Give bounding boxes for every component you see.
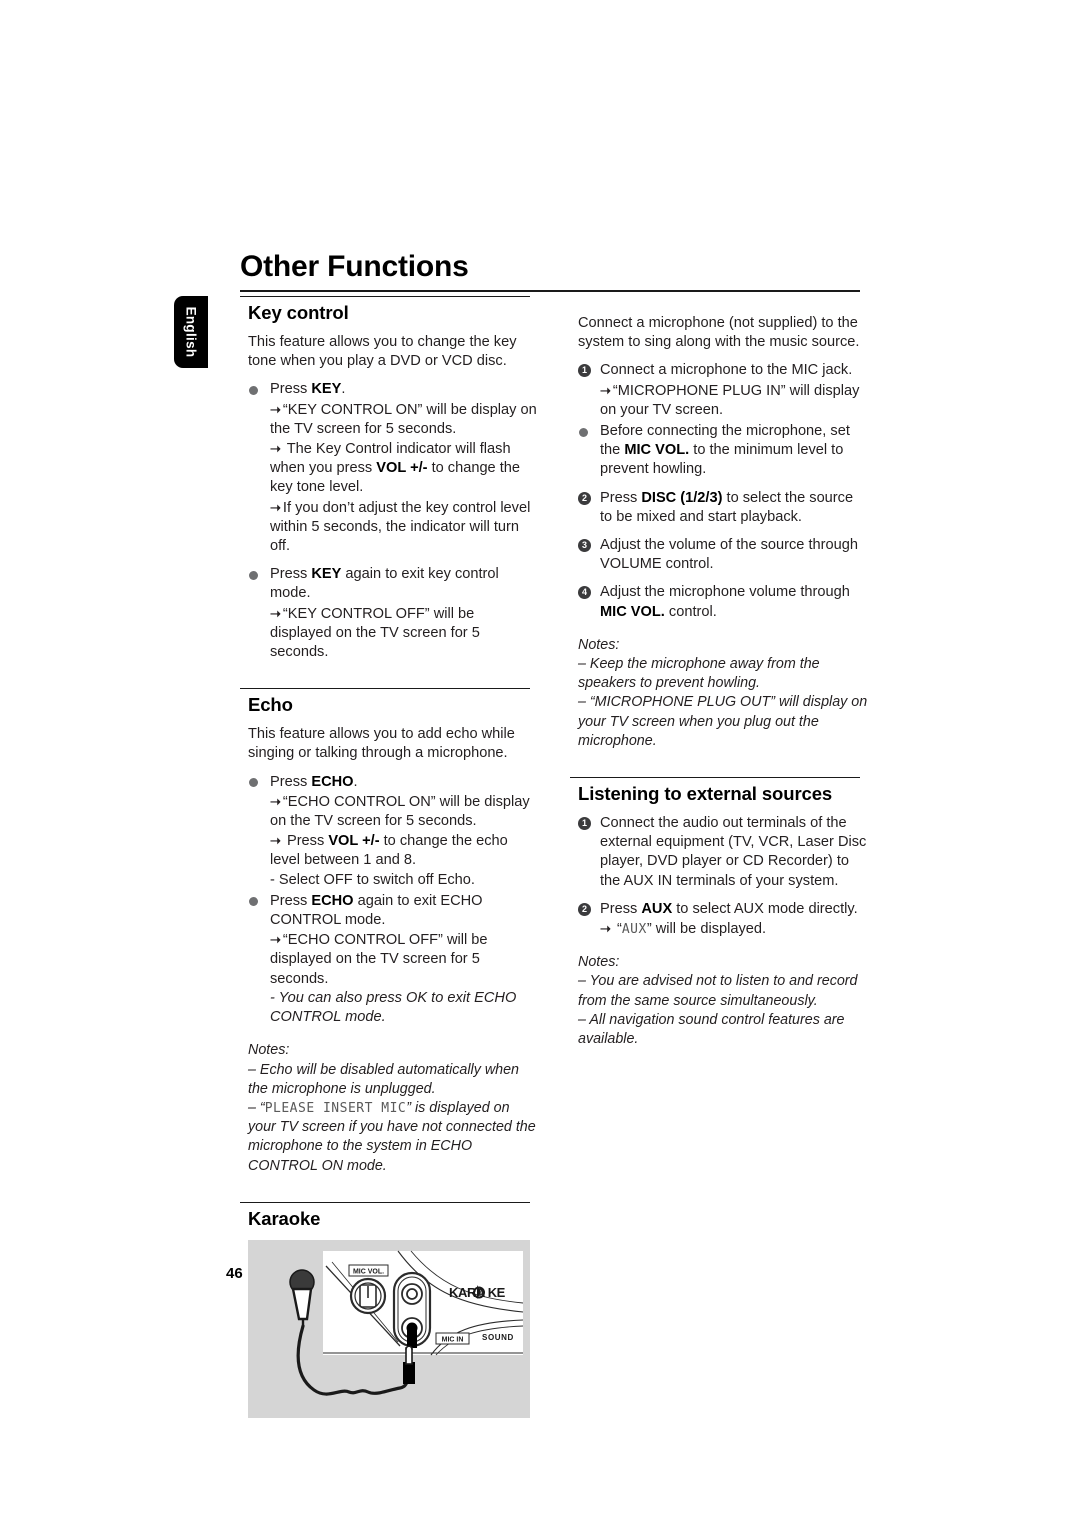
section-divider: [240, 688, 530, 690]
arrow-icon: ➝: [600, 382, 611, 398]
list-item: 2 Press DISC (1/2/3) to select the sourc…: [578, 489, 868, 527]
sub-line: ➝ The Key Control indicator will flash w…: [270, 441, 521, 496]
step-number: 1: [578, 364, 591, 378]
heading-external-sources: Listening to external sources: [578, 783, 833, 805]
karaoke-diagram-svg: MIC VOL. MIC IN KARA KE SOUND: [289, 1250, 524, 1396]
arrow-icon: ➝: [270, 499, 281, 515]
bullet-icon: [249, 778, 258, 788]
left-column: Key control This feature allows you to c…: [240, 296, 538, 1422]
sub-line: ➝ Press VOL +/- to change the echo level…: [270, 833, 508, 869]
section-echo: Echo This feature allows you to add echo…: [240, 688, 538, 1175]
notes-external-sources: Notes: – You are advised not to listen t…: [578, 953, 868, 1049]
section-external-sources: Listening to external sources 1 Connect …: [570, 777, 868, 1049]
section-divider: [240, 1201, 530, 1203]
arrow-icon: ➝: [270, 605, 281, 621]
arrow-icon: ➝: [600, 921, 611, 937]
heading-echo: Echo: [248, 694, 293, 716]
sub-line-italic: - You can also press OK to exit ECHO CON…: [270, 989, 517, 1026]
note-line: – “PLEASE INSERT MIC” is displayed on yo…: [248, 1099, 536, 1174]
karaoke-logo: KARA KE: [449, 1284, 506, 1300]
note-line: – You are advised not to listen to and r…: [578, 973, 858, 1009]
page-number: 46: [226, 1265, 243, 1282]
bullet-icon: [249, 897, 258, 907]
bullet-icon: [249, 570, 258, 580]
item-text: Press KEY.: [270, 381, 346, 398]
step-number: 2: [578, 902, 591, 916]
step-number: 1: [578, 817, 591, 831]
language-tab-label: English: [183, 306, 199, 358]
item-text: Adjust the volume of the source through …: [600, 537, 858, 573]
arrow-icon: ➝: [270, 441, 281, 457]
label-mic-in: MIC IN: [442, 1336, 464, 1343]
section-microphone: Connect a microphone (not supplied) to t…: [570, 314, 868, 751]
notes-echo: Notes: – Echo will be disabled automatic…: [248, 1041, 538, 1175]
note-line: – All navigation sound control features …: [578, 1011, 845, 1048]
item-text: Press DISC (1/2/3) to select the source …: [600, 489, 854, 525]
section-divider: [240, 296, 530, 297]
list-item: Press ECHO again to exit ECHO CONTROL mo…: [248, 892, 538, 1027]
sub-line: ➝ “AUX” will be displayed.: [600, 921, 767, 938]
list-item: 4 Adjust the microphone volume through M…: [578, 583, 868, 621]
karaoke-illustration: MIC VOL. MIC IN KARA KE SOUND: [248, 1239, 530, 1418]
item-text: Press AUX to select AUX mode directly.: [600, 900, 858, 917]
item-text: Connect the audio out terminals of the e…: [600, 815, 867, 889]
right-column: Connect a microphone (not supplied) to t…: [570, 296, 868, 1053]
note-line: – “MICROPHONE PLUG OUT” will display on …: [578, 694, 868, 749]
manual-page: English Other Functions Key control This…: [0, 0, 1080, 1528]
section-karaoke: Karaoke MIC VOL. MIC IN KARA KE SOUND: [240, 1201, 538, 1418]
list-item: Press ECHO. ➝ “ECHO CONTROL ON” will be d…: [248, 773, 538, 890]
list-item: 1 Connect the audio out terminals of the…: [578, 814, 868, 891]
notes-label: Notes:: [578, 954, 620, 971]
echo-intro: This feature allows you to add echo whil…: [248, 726, 515, 762]
item-text: Adjust the microphone volume through MIC…: [600, 584, 850, 620]
list-item: 2 Press AUX to select AUX mode directly.…: [578, 900, 868, 939]
sub-line: ➝ “KEY CONTROL ON” will be display on the…: [270, 401, 537, 437]
item-text: Press ECHO.: [270, 773, 358, 790]
item-text: Press ECHO again to exit ECHO CONTROL mo…: [270, 892, 483, 929]
sub-line: ➝ “ECHO CONTROL OFF” will be displayed on…: [270, 932, 488, 987]
step-number: 4: [578, 586, 591, 600]
lcd-text: AUX: [621, 922, 647, 938]
list-item: Press KEY. ➝ “KEY CONTROL ON” will be dis…: [248, 380, 538, 556]
page-title: Other Functions: [240, 250, 469, 283]
microphone-intro: Connect a microphone (not supplied) to t…: [578, 315, 860, 351]
arrow-icon: ➝: [270, 401, 281, 417]
bullet-icon: [579, 427, 588, 437]
arrow-icon: ➝: [270, 793, 281, 809]
arrow-icon: ➝: [270, 833, 281, 849]
heading-karaoke: Karaoke: [248, 1207, 321, 1229]
item-text: Connect a microphone to the MIC jack.: [600, 362, 853, 379]
section-key-control: Key control This feature allows you to c…: [240, 296, 538, 662]
list-item: 3 Adjust the volume of the source throug…: [578, 536, 868, 574]
key-control-intro: This feature allows you to change the ke…: [248, 334, 517, 370]
step-number: 3: [578, 539, 591, 553]
notes-label: Notes:: [248, 1042, 290, 1059]
list-item: Press KEY again to exit key control mode…: [248, 565, 538, 662]
sub-line: ➝ “KEY CONTROL OFF” will be displayed on …: [270, 605, 480, 661]
notes-label: Notes:: [578, 636, 620, 653]
item-text: Press KEY again to exit key control mode…: [270, 566, 499, 602]
list-item: Before connecting the microphone, set th…: [578, 422, 868, 480]
arrow-icon: ➝: [270, 932, 281, 948]
language-tab: English: [174, 296, 208, 368]
section-divider: [570, 777, 860, 779]
label-sound: SOUND: [482, 1333, 514, 1342]
label-mic-vol: MIC VOL.: [353, 1268, 384, 1275]
note-line: – Keep the microphone away from the spea…: [578, 656, 820, 692]
notes-microphone: Notes: – Keep the microphone away from t…: [578, 636, 868, 751]
sub-line: ➝ If you don’t adjust the key control lev…: [270, 499, 531, 555]
title-divider: [240, 290, 860, 292]
sub-line: - Select OFF to switch off Echo.: [270, 871, 475, 888]
item-text: Before connecting the microphone, set th…: [600, 423, 850, 478]
note-line: – Echo will be disabled automatically wh…: [248, 1061, 519, 1097]
sub-line: ➝ “MICROPHONE PLUG IN” will display on yo…: [600, 382, 860, 418]
sub-line: ➝ “ECHO CONTROL ON” will be display on th…: [270, 793, 530, 830]
step-number: 2: [578, 491, 591, 505]
list-item: 1 Connect a microphone to the MIC jack. …: [578, 361, 868, 420]
lcd-text: PLEASE INSERT MIC: [264, 1100, 407, 1116]
bullet-icon: [249, 385, 258, 395]
heading-key-control: Key control: [248, 302, 349, 323]
